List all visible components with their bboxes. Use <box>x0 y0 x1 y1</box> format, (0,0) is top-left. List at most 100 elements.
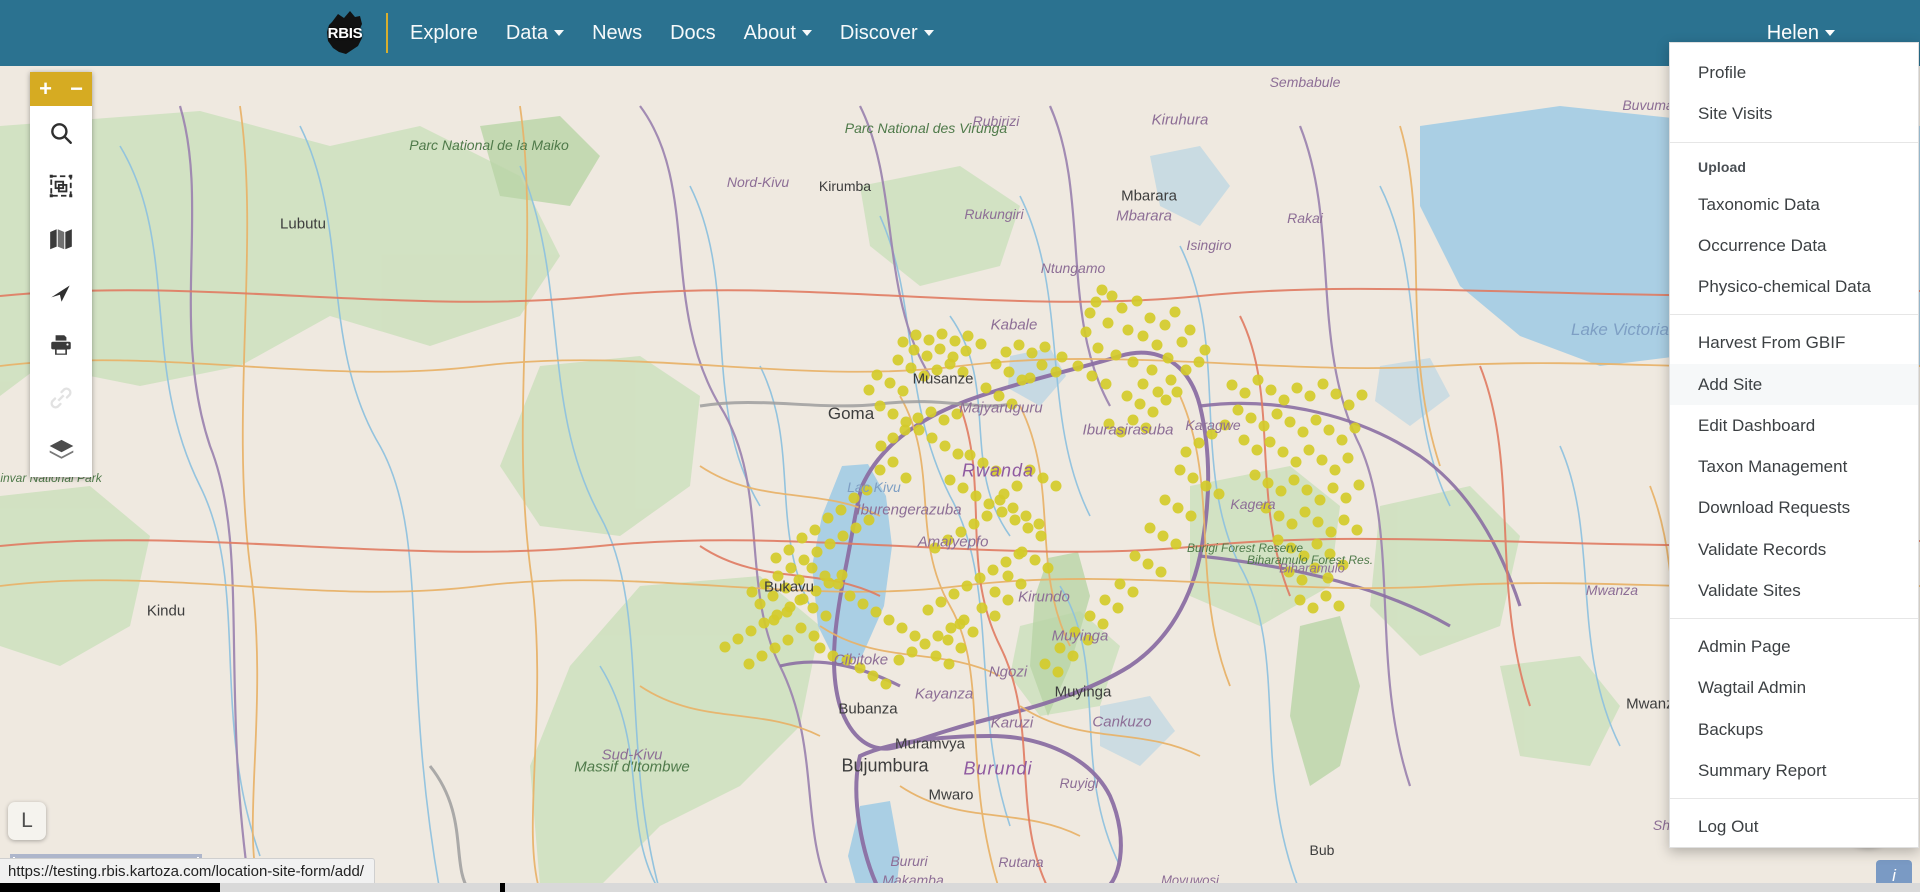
occurrence-point[interactable] <box>732 633 744 645</box>
occurrence-point[interactable] <box>1174 464 1186 476</box>
occurrence-point[interactable] <box>1238 434 1250 446</box>
occurrence-point[interactable] <box>841 654 853 666</box>
occurrence-point[interactable] <box>1127 586 1139 598</box>
occurrence-point[interactable] <box>1284 416 1296 428</box>
occurrence-point[interactable] <box>808 630 820 642</box>
occurrence-point[interactable] <box>1099 594 1111 606</box>
occurrence-point[interactable] <box>931 364 943 376</box>
occurrence-point[interactable] <box>1299 506 1311 518</box>
occurrence-point[interactable] <box>958 614 970 626</box>
occurrence-point[interactable] <box>1116 302 1128 314</box>
taskbar-segment[interactable] <box>220 883 500 892</box>
zoom-out-button[interactable]: − <box>61 72 92 106</box>
occurrence-point[interactable] <box>1103 418 1115 430</box>
select-area-icon[interactable] <box>30 159 92 212</box>
occurrence-point[interactable] <box>1272 534 1284 546</box>
occurrence-point[interactable] <box>1127 356 1139 368</box>
occurrence-point[interactable] <box>1353 479 1365 491</box>
occurrence-point[interactable] <box>1291 382 1303 394</box>
occurrence-point[interactable] <box>743 658 755 670</box>
occurrence-point[interactable] <box>874 400 886 412</box>
occurrence-point[interactable] <box>949 335 961 347</box>
occurrence-point[interactable] <box>930 650 942 662</box>
occurrence-point[interactable] <box>754 598 766 610</box>
map-toolbar[interactable]: + − <box>30 72 92 477</box>
occurrence-point[interactable] <box>1336 434 1348 446</box>
occurrence-point[interactable] <box>1338 514 1350 526</box>
occurrence-point[interactable] <box>785 562 797 574</box>
occurrence-point[interactable] <box>1180 446 1192 458</box>
dropdown-item-taxon-management[interactable]: Taxon Management <box>1670 446 1918 487</box>
dropdown-item-validate-records[interactable]: Validate Records <box>1670 529 1918 570</box>
occurrence-point[interactable] <box>1042 562 1054 574</box>
occurrence-point[interactable] <box>989 610 1001 622</box>
occurrence-point[interactable] <box>1343 399 1355 411</box>
occurrence-point[interactable] <box>835 504 847 516</box>
occurrence-point[interactable] <box>1129 550 1141 562</box>
occurrence-point[interactable] <box>934 343 946 355</box>
occurrence-point[interactable] <box>1322 572 1334 584</box>
occurrence-point[interactable] <box>1251 444 1263 456</box>
occurrence-point[interactable] <box>796 532 808 544</box>
occurrence-point[interactable] <box>1137 378 1149 390</box>
nav-link-docs[interactable]: Docs <box>670 22 716 45</box>
occurrence-point[interactable] <box>1330 388 1342 400</box>
occurrence-point[interactable] <box>1050 366 1062 378</box>
occurrence-point[interactable] <box>1127 414 1139 426</box>
occurrence-point[interactable] <box>1171 386 1183 398</box>
occurrence-point[interactable] <box>1000 556 1012 568</box>
dropdown-item-taxonomic-data[interactable]: Taxonomic Data <box>1670 184 1918 225</box>
nav-link-data[interactable]: Data <box>506 22 565 45</box>
occurrence-point[interactable] <box>759 578 771 590</box>
occurrence-point[interactable] <box>987 564 999 576</box>
occurrence-point[interactable] <box>1317 378 1329 390</box>
occurrence-point[interactable] <box>1249 469 1261 481</box>
occurrence-point[interactable] <box>942 534 954 546</box>
occurrence-point[interactable] <box>784 601 796 613</box>
occurrence-point[interactable] <box>938 414 950 426</box>
occurrence-point[interactable] <box>960 345 972 357</box>
occurrence-point[interactable] <box>1327 482 1339 494</box>
occurrence-point[interactable] <box>1323 424 1335 436</box>
occurrence-point[interactable] <box>983 498 995 510</box>
occurrence-point[interactable] <box>897 385 909 397</box>
occurrence-point[interactable] <box>756 650 768 662</box>
occurrence-point[interactable] <box>1304 390 1316 402</box>
occurrence-point[interactable] <box>875 440 887 452</box>
occurrence-point[interactable] <box>1290 456 1302 468</box>
occurrence-point[interactable] <box>1002 570 1014 582</box>
occurrence-point[interactable] <box>945 622 957 634</box>
search-icon[interactable] <box>30 106 92 159</box>
occurrence-point[interactable] <box>1324 548 1336 560</box>
occurrence-point[interactable] <box>1080 326 1092 338</box>
occurrence-point[interactable] <box>884 377 896 389</box>
occurrence-point[interactable] <box>1020 510 1032 522</box>
occurrence-point[interactable] <box>1307 602 1319 614</box>
occurrence-point[interactable] <box>1084 610 1096 622</box>
occurrence-point[interactable] <box>918 370 930 382</box>
occurrence-point[interactable] <box>1159 494 1171 506</box>
occurrence-point[interactable] <box>955 526 967 538</box>
occurrence-point[interactable] <box>892 354 904 366</box>
occurrence-point[interactable] <box>1297 426 1309 438</box>
occurrence-point[interactable] <box>1131 295 1143 307</box>
occurrence-point[interactable] <box>1288 474 1300 486</box>
occurrence-point[interactable] <box>1033 518 1045 530</box>
occurrence-point[interactable] <box>780 582 792 594</box>
occurrence-point[interactable] <box>1013 339 1025 351</box>
occurrence-point[interactable] <box>1102 317 1114 329</box>
occurrence-point[interactable] <box>822 512 834 524</box>
occurrence-point[interactable] <box>1022 522 1034 534</box>
occurrence-point[interactable] <box>867 670 879 682</box>
occurrence-point[interactable] <box>962 330 974 342</box>
occurrence-point[interactable] <box>1086 370 1098 382</box>
occurrence-point[interactable] <box>1110 349 1122 361</box>
occurrence-point[interactable] <box>810 585 822 597</box>
occurrence-point[interactable] <box>1184 324 1196 336</box>
occurrence-point[interactable] <box>1003 366 1015 378</box>
occurrence-point[interactable] <box>1160 394 1172 406</box>
occurrence-point[interactable] <box>943 658 955 670</box>
user-dropdown-menu[interactable]: Profile Site Visits Upload Taxonomic Data Oc… <box>1669 42 1919 849</box>
occurrence-point[interactable] <box>1039 658 1051 670</box>
occurrence-point[interactable] <box>1115 426 1127 438</box>
